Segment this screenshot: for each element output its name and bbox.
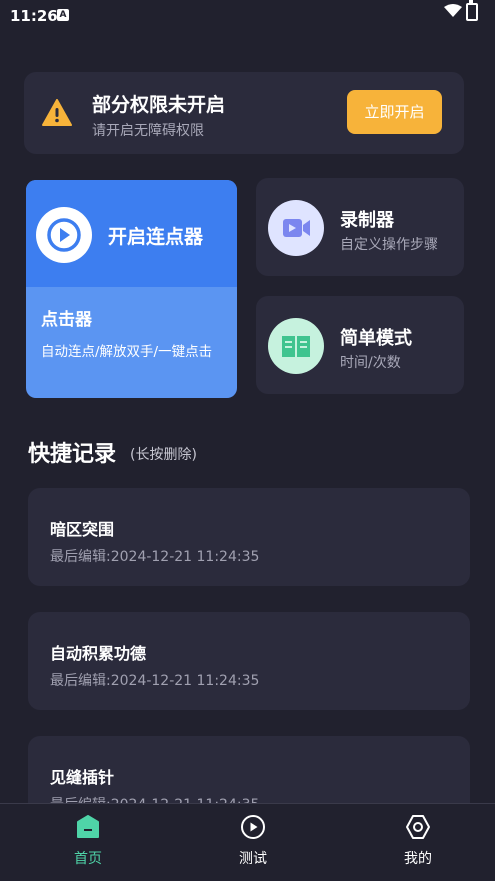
nav-label-mine: 我的: [404, 851, 432, 867]
quick-records-hint: (长按删除): [130, 447, 197, 463]
play-circle-icon: [241, 815, 265, 839]
wifi-icon: [444, 4, 462, 17]
permission-subtitle: 请开启无障碍权限: [92, 123, 204, 139]
clicker-description: 自动连点/解放双手/一键点击: [41, 344, 213, 360]
record-name: 暗区突围: [50, 520, 115, 539]
notification-icon: A: [57, 9, 69, 21]
start-clicker-title: 开启连点器: [108, 226, 204, 248]
play-icon: [36, 207, 92, 263]
record-item[interactable]: 自动积累功德 最后编辑:2024-12-21 11:24:35: [28, 612, 470, 710]
clicker-section-title: 点击器: [41, 310, 92, 330]
recorder-subtitle: 自定义操作步骤: [340, 237, 438, 253]
battery-icon: [466, 0, 478, 21]
nav-item-test[interactable]: 测试: [213, 814, 293, 868]
permission-title: 部分权限未开启: [92, 94, 226, 116]
recorder-title: 录制器: [340, 210, 394, 231]
camera-icon: [268, 200, 324, 256]
nav-item-mine[interactable]: 我的: [378, 814, 458, 868]
simple-mode-title: 简单模式: [340, 328, 412, 349]
nav-item-home[interactable]: 首页: [48, 814, 128, 868]
simple-mode-card[interactable]: 简单模式 时间/次数: [256, 296, 464, 394]
start-clicker-header[interactable]: 开启连点器: [26, 180, 237, 287]
status-time: 11:26: [10, 7, 58, 25]
recorder-card[interactable]: 录制器 自定义操作步骤: [256, 178, 464, 276]
enable-now-button[interactable]: 立即开启: [347, 90, 442, 134]
bottom-nav: 首页 测试 我的: [0, 803, 495, 881]
nav-label-test: 测试: [239, 851, 267, 867]
home-icon: [77, 815, 99, 838]
record-edited-time: 最后编辑:2024-12-21 11:24:35: [50, 549, 260, 565]
simple-mode-subtitle: 时间/次数: [340, 355, 401, 371]
status-bar: 11:26 A: [0, 0, 495, 32]
record-name: 自动积累功德: [50, 644, 147, 663]
permission-banner: 部分权限未开启 请开启无障碍权限 立即开启: [24, 72, 464, 154]
quick-records-title: 快捷记录: [28, 442, 117, 467]
clicker-card[interactable]: 开启连点器 点击器 自动连点/解放双手/一键点击: [26, 180, 237, 398]
profile-hexagon-icon: [406, 815, 430, 839]
record-name: 见缝插针: [50, 768, 115, 787]
record-edited-time: 最后编辑:2024-12-21 11:24:35: [50, 673, 260, 689]
warning-icon: [42, 99, 72, 126]
record-item[interactable]: 暗区突围 最后编辑:2024-12-21 11:24:35: [28, 488, 470, 586]
book-icon: [268, 318, 324, 374]
nav-label-home: 首页: [74, 851, 102, 867]
